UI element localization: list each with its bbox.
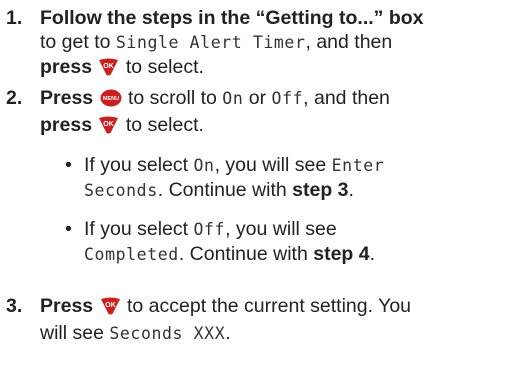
menu-icon-label: MENU <box>102 96 118 102</box>
ok-icon-label: OK <box>104 121 115 128</box>
step-3-reference: step 3 <box>292 179 349 201</box>
bullet-dot: • <box>65 218 72 240</box>
bullet-item-on: • If you select On, you will see Enter S… <box>65 153 509 203</box>
lcd-text-seconds-xxx: Seconds XXX <box>109 324 226 343</box>
bullet-1-text-3: . Continue with <box>157 179 287 201</box>
step-3-text: to accept the current setting. You <box>126 295 412 317</box>
press-label: Press <box>40 87 94 109</box>
step-1-text: to get to <box>40 31 111 53</box>
ok-button-icon: OK <box>100 297 121 321</box>
step-number: 2. <box>6 87 23 109</box>
bullet-1-text-2: , you will see <box>214 154 327 176</box>
lcd-text-on: On <box>222 89 244 108</box>
lcd-text-enter: Enter <box>331 156 385 175</box>
step-2-text-4: to select. <box>125 114 204 136</box>
lcd-text-single-alert-timer: Single Alert Timer <box>115 33 306 52</box>
step-4-reference: step 4 <box>313 243 370 265</box>
lcd-text-off: Off <box>271 89 304 108</box>
press-label: press <box>40 114 93 136</box>
lcd-text-seconds: Seconds <box>84 181 158 200</box>
bullet-2-text-2: , you will see <box>225 218 337 240</box>
step-3-text-2: will see <box>40 322 104 344</box>
step-2-text: to scroll to <box>127 87 217 109</box>
lcd-text-off: Off <box>193 220 226 239</box>
ok-button-icon: OK <box>98 116 119 140</box>
instruction-page: 1. Follow the steps in the “Getting to..… <box>0 0 520 375</box>
lcd-text-completed: Completed <box>84 245 179 264</box>
step-2: 2. Press MENU to scroll to On or Off, an… <box>6 86 516 140</box>
step-number: 3. <box>6 295 23 317</box>
ok-icon-label: OK <box>105 302 116 309</box>
bullet-2-text: If you select <box>84 218 189 240</box>
press-label: Press <box>40 295 94 317</box>
step-1-instruction: Follow the steps in the “Getting to...” … <box>40 7 424 29</box>
ok-icon-label: OK <box>104 63 115 70</box>
step-1-text-3: to select. <box>125 56 204 78</box>
bullet-2-period: . <box>369 243 376 265</box>
step-number: 1. <box>6 7 23 29</box>
menu-button-icon: MENU <box>100 89 122 113</box>
step-2-text-2: or <box>248 87 267 109</box>
step-1: 1. Follow the steps in the “Getting to..… <box>6 6 516 82</box>
press-label: press <box>40 56 93 78</box>
step-3-period: . <box>225 322 231 344</box>
bullet-item-off: • If you select Off, you will see Comple… <box>65 217 509 267</box>
lcd-text-on: On <box>193 156 215 175</box>
bullet-2-text-3: . Continue with <box>178 243 308 265</box>
step-3: 3. Press OK to accept the current settin… <box>6 294 516 346</box>
bullet-1-period: . <box>348 179 354 201</box>
step-1-text-2: , and then <box>305 31 393 53</box>
ok-button-icon: OK <box>98 58 119 82</box>
bullet-1-text: If you select <box>84 154 189 176</box>
step-2-text-3: , and then <box>303 87 390 109</box>
bullet-dot: • <box>65 154 72 176</box>
